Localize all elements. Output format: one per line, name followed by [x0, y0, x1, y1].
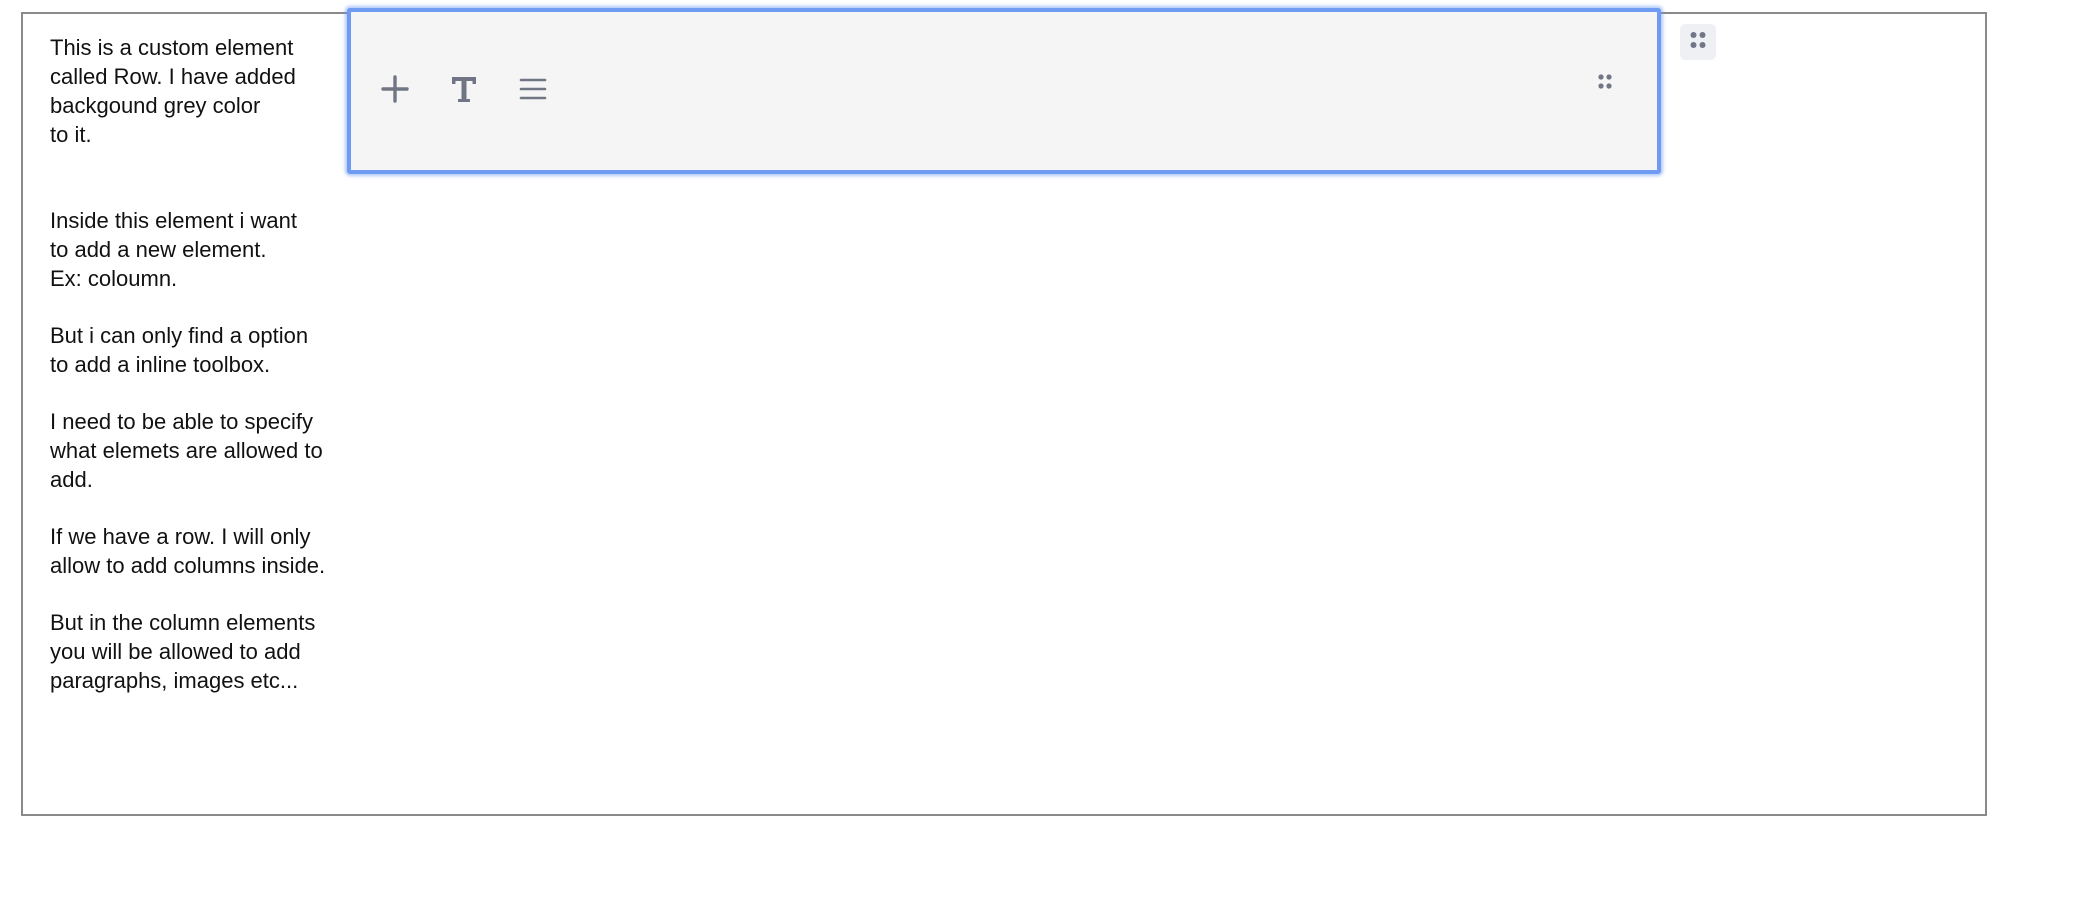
- block-settings-drag-button[interactable]: [1680, 24, 1716, 60]
- note-paragraph: But in the column elements you will be a…: [50, 610, 316, 693]
- plus-icon: [380, 74, 410, 109]
- row-block[interactable]: [347, 8, 1661, 174]
- notes-column: This is a custom element called Row. I h…: [50, 33, 350, 723]
- note-paragraph: Inside this element i want to add a new …: [50, 208, 298, 291]
- note-paragraph: If we have a row. I will only allow to a…: [50, 524, 326, 578]
- note-paragraph: This is a custom element called Row. I h…: [50, 35, 296, 147]
- text-icon: [450, 74, 478, 109]
- row-drag-handle[interactable]: [1593, 72, 1617, 96]
- row-inline-toolbar: [378, 74, 550, 108]
- align-icon: [518, 74, 548, 109]
- note-paragraph: I need to be able to specify what elemet…: [50, 409, 323, 492]
- page: This is a custom element called Row. I h…: [0, 0, 2084, 924]
- drag-handle-icon: [1687, 29, 1709, 56]
- note-paragraph: But i can only find a option to add a in…: [50, 323, 309, 377]
- drag-handle-icon: [1595, 72, 1615, 97]
- add-block-button[interactable]: [378, 74, 412, 108]
- align-tool-button[interactable]: [516, 74, 550, 108]
- text-tool-button[interactable]: [447, 74, 481, 108]
